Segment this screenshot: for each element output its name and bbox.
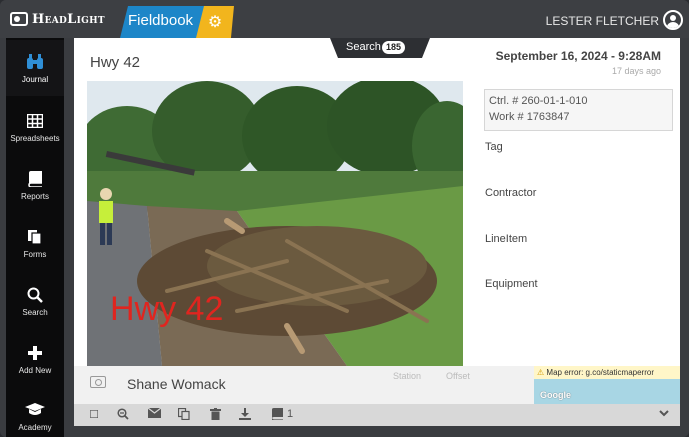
sidebar: Journal Spreadsheets Reports Forms Searc…	[6, 38, 64, 437]
camera-icon[interactable]	[90, 376, 106, 388]
google-logo-text: Google	[540, 390, 571, 400]
select-checkbox[interactable]: ☐	[87, 408, 101, 422]
sidebar-item-academy[interactable]: Academy	[6, 388, 64, 437]
zoom-icon[interactable]	[116, 408, 130, 422]
graduation-cap-icon	[25, 401, 45, 419]
sidebar-item-forms[interactable]: Forms	[6, 215, 64, 271]
sidebar-label-forms: Forms	[23, 249, 47, 259]
entry-author: Shane Womack	[127, 376, 226, 392]
google-attribution: Google	[540, 390, 571, 400]
tag-label[interactable]: Tag	[485, 141, 503, 153]
entry-relative-time: 17 days ago	[611, 66, 661, 76]
sidebar-item-journal[interactable]: Journal	[6, 40, 64, 96]
attachment-book-icon[interactable]	[270, 408, 284, 422]
headlight-logo[interactable]: HeadLight	[10, 9, 105, 29]
trash-icon[interactable]	[208, 408, 222, 422]
headlight-logo-icon	[10, 12, 28, 26]
user-avatar-icon[interactable]	[663, 10, 683, 30]
sidebar-item-reports[interactable]: Reports	[6, 157, 64, 213]
entry-toolbar	[74, 404, 680, 426]
sidebar-item-search[interactable]: Search	[6, 273, 64, 329]
brand-name: HeadLight	[32, 11, 105, 27]
sidebar-label-add-new: Add New	[18, 365, 52, 375]
download-icon[interactable]	[238, 408, 252, 422]
search-icon	[25, 286, 45, 304]
entry-date: September 16, 2024 - 9:28AM	[495, 49, 661, 63]
sidebar-label-journal: Journal	[21, 74, 49, 84]
binoculars-icon	[25, 53, 45, 71]
station-label: Station	[393, 371, 422, 381]
email-icon[interactable]	[147, 407, 161, 422]
sidebar-label-academy: Academy	[18, 422, 52, 432]
control-number: Ctrl. # 260-01-1-010	[489, 95, 588, 107]
warning-icon: ⚠	[537, 368, 545, 377]
sidebar-item-add-new[interactable]: Add New	[6, 331, 64, 387]
sidebar-item-spreadsheets[interactable]: Spreadsheets	[6, 99, 64, 155]
forms-icon	[25, 228, 45, 246]
gear-icon: ⚙	[207, 14, 223, 31]
contractor-label[interactable]: Contractor	[485, 187, 536, 199]
sidebar-label-search: Search	[22, 307, 48, 317]
sidebar-label-spreadsheets: Spreadsheets	[10, 133, 60, 143]
attachments-count: 1	[287, 408, 294, 420]
copy-icon[interactable]	[177, 407, 191, 422]
grid-icon	[25, 112, 45, 130]
user-name[interactable]: LESTER FLETCHER	[546, 14, 659, 28]
fieldbook-label: Fieldbook	[128, 12, 194, 29]
entry-title[interactable]: Hwy 42	[90, 54, 140, 71]
plus-icon	[25, 344, 45, 362]
sidebar-label-reports: Reports	[20, 191, 49, 201]
equipment-label[interactable]: Equipment	[485, 278, 538, 290]
book-icon	[25, 170, 45, 188]
chevron-down-icon[interactable]	[658, 407, 670, 422]
app-window: HeadLight Fieldbook ⚙ LESTER FLETCHER Jo…	[0, 0, 689, 437]
work-number: Work # 1763847	[489, 111, 570, 123]
search-count-badge: 185	[382, 41, 406, 54]
map-error-banner: ⚠ Map error: g.co/staticmaperror	[534, 366, 680, 379]
map-error-text: Map error: g.co/staticmaperror	[546, 368, 654, 377]
offset-label: Offset	[446, 371, 470, 381]
lineitem-label[interactable]: LineItem	[485, 233, 527, 245]
search-label: Search	[346, 41, 381, 53]
photo-caption: Hwy 42	[110, 290, 224, 328]
